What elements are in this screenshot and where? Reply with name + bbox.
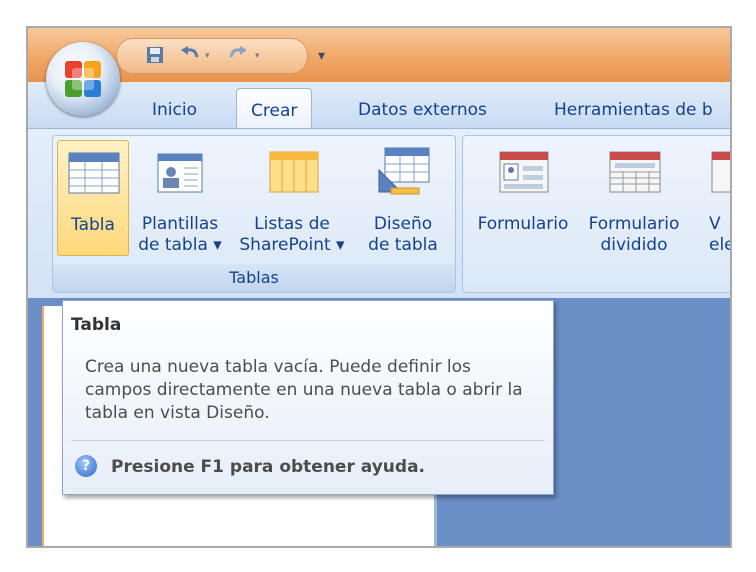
formulario-dividido-button[interactable]: Formulario dividido: [579, 140, 689, 256]
plantillas-line1: Plantillas: [141, 214, 219, 234]
diseno-line1: Diseño: [373, 214, 433, 234]
quick-access-toolbar: ▾ ▾: [116, 38, 308, 74]
varios-elementos-label: V ele: [709, 214, 730, 256]
tab-inicio[interactable]: Inicio: [152, 100, 197, 120]
varios-elementos-button[interactable]: V ele: [697, 140, 730, 256]
tooltip-divider: [71, 440, 545, 441]
ribbon-tabs: Inicio Crear Datos externos Herramientas…: [28, 82, 730, 132]
sharepoint-line1: Listas de: [254, 214, 330, 234]
redo-icon[interactable]: [227, 45, 249, 70]
undo-icon[interactable]: [179, 45, 201, 70]
listas-de-sharepoint-button[interactable]: Listas de SharePoint ▾: [233, 140, 351, 256]
undo-dropdown-icon[interactable]: ▾: [205, 51, 210, 61]
diseno-line2: de tabla: [368, 235, 438, 255]
formulario-dividido-line2: dividido: [600, 235, 668, 255]
app-window: ▾ ▾ ▾ Inicio Crear Datos externos Herram…: [26, 26, 732, 548]
tabla-label: Tabla: [71, 215, 115, 235]
multiple-items-icon: [711, 151, 730, 193]
tooltip-body: Crea una nueva tabla vacía. Puede defini…: [85, 357, 523, 423]
group-tablas: Tabla Plantillas de tabla ▾ Listas de Sh…: [52, 135, 456, 293]
varios-line1: V: [709, 214, 721, 234]
split-form-icon: [609, 151, 661, 193]
tabla-button[interactable]: Tabla: [57, 140, 129, 256]
tab-crear[interactable]: Crear: [236, 88, 313, 132]
office-button[interactable]: [46, 42, 120, 116]
plantillas-line2: de tabla ▾: [138, 235, 222, 255]
tooltip: Tabla Crea una nueva tabla vacía. Puede …: [62, 300, 554, 495]
table-icon: [68, 152, 120, 194]
sharepoint-line2: SharePoint ▾: [239, 235, 345, 255]
varios-line2: ele: [709, 235, 730, 255]
customize-qat-icon[interactable]: ▾: [318, 48, 325, 64]
formulario-label: Formulario: [477, 214, 569, 234]
table-template-icon: [157, 153, 203, 193]
redo-dropdown-icon[interactable]: ▾: [255, 51, 260, 61]
formulario-dividido-line1: Formulario: [588, 214, 680, 234]
sharepoint-label: Listas de SharePoint ▾: [233, 214, 351, 256]
help-icon: ?: [75, 455, 97, 477]
title-bar: ▾ ▾ ▾: [28, 28, 730, 82]
tooltip-help-text: Presione F1 para obtener ayuda.: [111, 457, 425, 477]
form-icon: [499, 151, 549, 193]
office-logo-icon: [65, 61, 101, 97]
table-design-icon: [378, 147, 430, 195]
tooltip-title: Tabla: [71, 315, 122, 335]
plantillas-de-tabla-button[interactable]: Plantillas de tabla ▾: [131, 140, 229, 256]
plantillas-label: Plantillas de tabla ▾: [131, 214, 229, 256]
tab-herramientas[interactable]: Herramientas de b: [554, 100, 713, 120]
tab-datos-externos[interactable]: Datos externos: [358, 100, 487, 120]
formulario-dividido-label: Formulario dividido: [579, 214, 689, 256]
group-formularios: Formulario Formulario dividido V el: [462, 135, 730, 293]
formulario-button[interactable]: Formulario: [469, 140, 577, 254]
group-tablas-label: Tablas: [53, 264, 455, 292]
ribbon: Tabla Plantillas de tabla ▾ Listas de Sh…: [28, 128, 730, 299]
diseno-label: Diseño de tabla: [355, 214, 451, 256]
save-icon[interactable]: [145, 45, 165, 70]
diseno-de-tabla-button[interactable]: Diseño de tabla: [355, 140, 451, 256]
sharepoint-list-icon: [269, 151, 319, 193]
